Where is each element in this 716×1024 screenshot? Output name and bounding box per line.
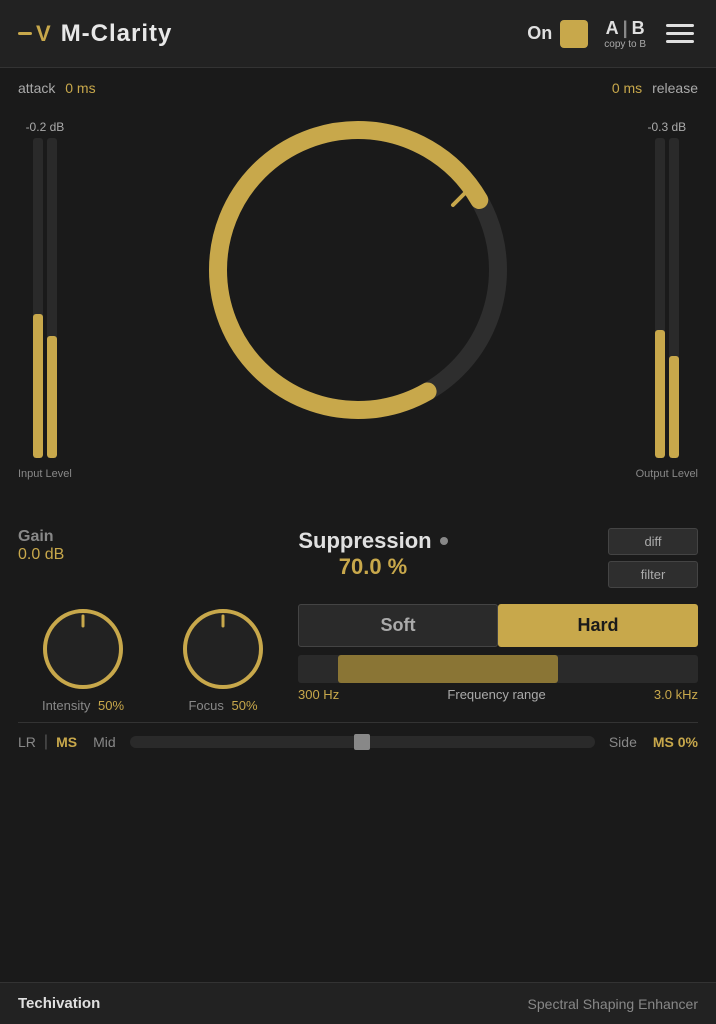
soft-hard-freq-section: Soft Hard 300 Hz Frequency range 3.0 kHz: [298, 604, 698, 722]
freq-range-label: Frequency range: [447, 687, 545, 702]
release-value: 0 ms: [612, 80, 642, 96]
ab-buttons: A | B: [606, 18, 645, 39]
header-controls: On A | B copy to B: [527, 18, 698, 50]
soft-hard-buttons: Soft Hard: [298, 604, 698, 647]
focus-knob-wrap: Focus 50%: [158, 604, 288, 713]
menu-line-1: [666, 24, 694, 27]
freq-slider-section: 300 Hz Frequency range 3.0 kHz: [298, 655, 698, 702]
output-bar-right: [669, 138, 679, 458]
diff-filter-col: diff filter: [608, 528, 698, 588]
hard-button[interactable]: Hard: [498, 604, 698, 647]
ab-a-button[interactable]: A: [606, 18, 619, 39]
output-meter-bars: [655, 138, 679, 458]
knob-meters-row: -0.2 dB Input Level: [18, 100, 698, 520]
gain-suppression-row: Gain 0.0 dB Suppression 70.0 % diff filt…: [18, 520, 698, 588]
suppression-label: Suppression: [298, 528, 431, 554]
attack-label: attack: [18, 80, 55, 96]
logo-v-icon: V: [36, 21, 51, 47]
mid-label: Mid: [93, 734, 116, 750]
output-level-meter: -0.3 dB Output Level: [636, 120, 698, 480]
menu-line-2: [666, 32, 694, 35]
input-level-meter: -0.2 dB Input Level: [18, 120, 72, 480]
lr-ms-separator: |: [44, 733, 48, 751]
input-bar-right: [47, 138, 57, 458]
gain-label: Gain: [18, 528, 138, 546]
ab-separator: |: [623, 18, 628, 39]
intensity-label: Intensity: [42, 698, 90, 713]
attack-value: 0 ms: [65, 80, 95, 96]
suppression-indicator: [440, 537, 448, 545]
app-title: M-Clarity: [61, 20, 173, 48]
input-meter-bars: [33, 138, 57, 458]
ab-area: A | B copy to B: [604, 18, 646, 50]
bottom-row: Intensity 50% Focus 50% Soft H: [18, 604, 698, 722]
gain-section: Gain 0.0 dB: [18, 528, 138, 564]
diff-button[interactable]: diff: [608, 528, 698, 555]
suppression-knob[interactable]: [198, 110, 518, 430]
freq-slider-fill: [338, 655, 558, 683]
attack-release-row: attack 0 ms 0 ms release: [18, 68, 698, 100]
output-bar-right-fill: [669, 356, 679, 458]
output-bar-left-fill: [655, 330, 665, 458]
ms-label[interactable]: MS: [56, 734, 77, 750]
input-level-label: Input Level: [18, 468, 72, 480]
intensity-label-row: Intensity 50%: [42, 698, 124, 713]
menu-line-3: [666, 40, 694, 43]
logo-dash-icon: [18, 32, 32, 35]
suppression-section: Suppression 70.0 %: [138, 528, 608, 580]
brand-name: Techivation: [18, 995, 100, 1012]
output-level-label: Output Level: [636, 468, 698, 480]
ab-copy-label: copy to B: [604, 39, 646, 50]
input-db-label: -0.2 dB: [26, 120, 65, 134]
bottom-section: Intensity 50% Focus 50% Soft H: [18, 604, 698, 759]
input-bar-left-fill: [33, 314, 43, 458]
suppression-title: Suppression: [298, 528, 447, 554]
suppression-value: 70.0 %: [339, 554, 408, 580]
header: V M-Clarity On A | B copy to B: [0, 0, 716, 68]
logo-icon: V: [18, 21, 53, 47]
plugin-desc: Spectral Shaping Enhancer: [528, 996, 698, 1012]
release-section: 0 ms release: [612, 80, 698, 96]
freq-high-label: 3.0 kHz: [654, 687, 698, 702]
ab-b-button[interactable]: B: [632, 18, 645, 39]
logo-area: V M-Clarity: [18, 20, 527, 48]
release-label: release: [652, 80, 698, 96]
ms-slider-thumb: [354, 734, 370, 750]
focus-label: Focus: [188, 698, 223, 713]
footer: Techivation Spectral Shaping Enhancer: [0, 982, 716, 1024]
gain-value: 0.0 dB: [18, 546, 138, 564]
on-label: On: [527, 23, 552, 44]
focus-value: 50%: [232, 698, 258, 713]
filter-button[interactable]: filter: [608, 561, 698, 588]
frequency-range-slider[interactable]: [298, 655, 698, 683]
side-label: Side: [609, 734, 637, 750]
main-content: attack 0 ms 0 ms release -0.2 dB Input L…: [0, 68, 716, 759]
attack-section: attack 0 ms: [18, 80, 96, 96]
input-bar-right-fill: [47, 336, 57, 458]
focus-label-row: Focus 50%: [188, 698, 257, 713]
soft-button[interactable]: Soft: [298, 604, 498, 647]
intensity-knob-svg[interactable]: [38, 604, 128, 694]
menu-button[interactable]: [662, 20, 698, 47]
intensity-value: 50%: [98, 698, 124, 713]
ms-slider[interactable]: [130, 736, 595, 748]
focus-knob-svg[interactable]: [178, 604, 268, 694]
input-bar-left: [33, 138, 43, 458]
suppression-knob-svg: [198, 110, 518, 430]
ms-value: MS 0%: [653, 734, 698, 750]
lr-label[interactable]: LR: [18, 734, 36, 750]
on-button-area: On: [527, 20, 588, 48]
intensity-knob-wrap: Intensity 50%: [18, 604, 148, 713]
output-bar-left: [655, 138, 665, 458]
freq-labels: 300 Hz Frequency range 3.0 kHz: [298, 687, 698, 702]
lr-ms-row: LR | MS Mid Side MS 0%: [18, 722, 698, 759]
output-db-label: -0.3 dB: [647, 120, 686, 134]
freq-low-label: 300 Hz: [298, 687, 339, 702]
on-toggle[interactable]: [560, 20, 588, 48]
